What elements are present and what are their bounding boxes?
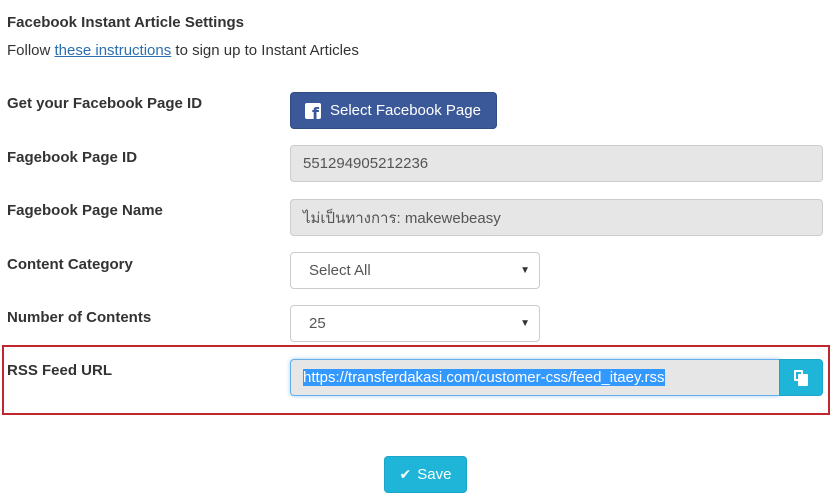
number-of-contents-select[interactable]: 25 ▼	[290, 305, 540, 342]
page-name-label: Fagebook Page Name	[7, 202, 163, 219]
select-facebook-page-label: Select Facebook Page	[330, 102, 481, 119]
caret-down-icon: ▼	[520, 318, 530, 329]
page-id-label: Fagebook Page ID	[7, 149, 138, 166]
intro-text: Follow these instructions to sign up to …	[7, 42, 359, 59]
rss-feed-label: RSS Feed URL	[7, 362, 113, 379]
number-of-contents-selected: 25	[309, 315, 326, 332]
rss-feed-value: https://transferdakasi.com/customer-css/…	[303, 369, 665, 386]
page-name-value: ไม่เป็นทางการ: makewebeasy	[303, 209, 501, 227]
intro-suffix: to sign up to Instant Articles	[171, 42, 359, 59]
save-label: Save	[417, 466, 452, 483]
instructions-link[interactable]: these instructions	[55, 42, 172, 59]
page-title: Facebook Instant Article Settings	[7, 14, 244, 31]
check-icon: ✔	[399, 466, 412, 483]
content-category-selected: Select All	[309, 262, 371, 279]
page-id-field[interactable]: 551294905212236	[290, 145, 823, 182]
copy-url-button[interactable]	[779, 359, 823, 396]
save-button[interactable]: ✔ Save	[384, 456, 467, 493]
rss-feed-input[interactable]: https://transferdakasi.com/customer-css/…	[290, 359, 780, 396]
intro-prefix: Follow	[7, 42, 55, 59]
page-name-field[interactable]: ไม่เป็นทางการ: makewebeasy	[290, 199, 823, 236]
page-id-lookup-label: Get your Facebook Page ID	[7, 95, 203, 112]
copy-icon	[793, 369, 809, 386]
content-category-label: Content Category	[7, 256, 133, 273]
facebook-icon: f	[305, 102, 321, 119]
number-of-contents-label: Number of Contents	[7, 309, 152, 326]
select-facebook-page-button[interactable]: f Select Facebook Page	[290, 92, 497, 129]
content-category-select[interactable]: Select All ▼	[290, 252, 540, 289]
caret-down-icon: ▼	[520, 265, 530, 276]
page-id-value: 551294905212236	[303, 155, 429, 172]
